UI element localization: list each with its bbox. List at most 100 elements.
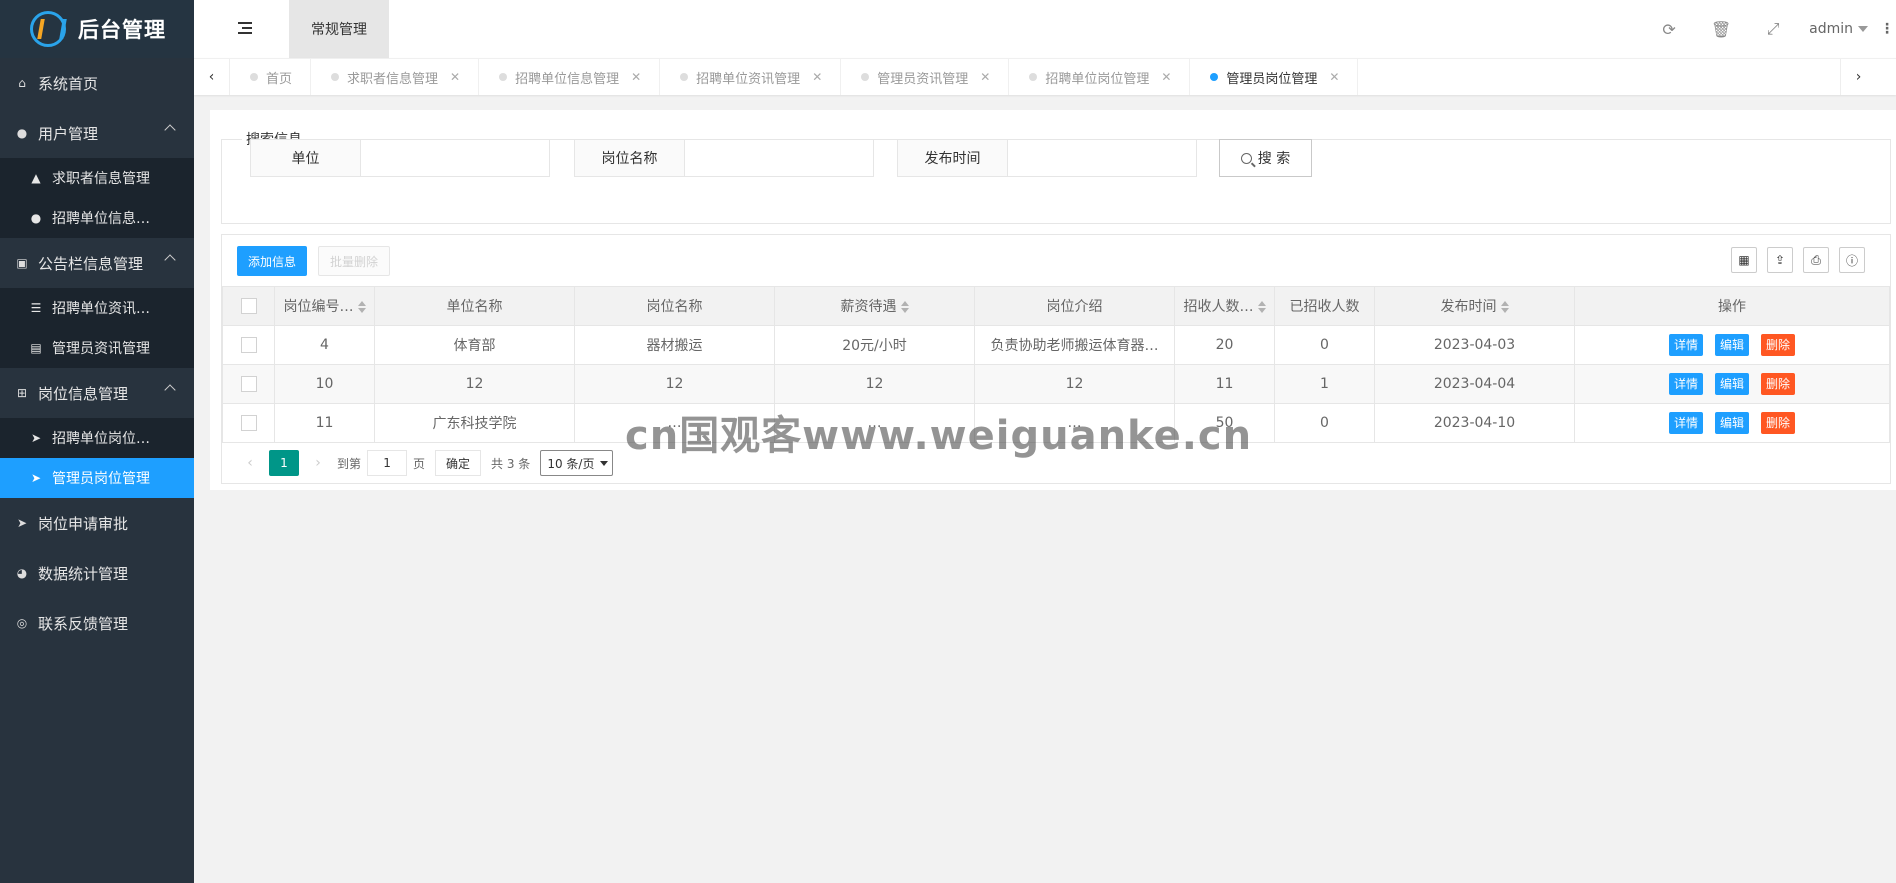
chevron-right-icon[interactable]: › — [305, 455, 331, 471]
tab-employer-news[interactable]: 招聘单位资讯管理 ✕ — [660, 59, 842, 95]
tab-admin-news[interactable]: 管理员资讯管理 ✕ — [841, 59, 1010, 95]
sidebar-item-feedback[interactable]: ◎ 联系反馈管理 — [0, 598, 194, 648]
table-cell: 12 — [374, 364, 575, 404]
sidebar-item-label: 数据统计管理 — [38, 564, 129, 583]
search-field-date: 发布时间 — [897, 139, 1197, 177]
sidebar-item-home[interactable]: ⌂ 系统首页 — [0, 58, 194, 108]
delete-button[interactable]: 删除 — [1761, 373, 1796, 395]
page-1-button[interactable]: 1 — [269, 450, 299, 476]
refresh-icon[interactable]: ⟳ — [1643, 20, 1695, 39]
sidebar-item-employer-news[interactable]: ☰ 招聘单位资讯… — [0, 288, 194, 328]
column-header[interactable]: 发布时间 — [1374, 286, 1575, 326]
sidebar-item-label: 用户管理 — [38, 124, 99, 143]
columns-icon[interactable]: ▦ — [1731, 247, 1757, 273]
chevron-right-icon[interactable]: › — [1840, 59, 1876, 95]
add-button[interactable]: 添加信息 — [237, 246, 308, 276]
sort-icon[interactable] — [1500, 301, 1509, 313]
sidebar-item-admin-jobs[interactable]: ➤ 管理员岗位管理 — [0, 458, 194, 498]
sidebar-item-label: 招聘单位岗位… — [52, 431, 150, 447]
sidebar-item-label: 招聘单位资讯… — [52, 301, 150, 317]
sidebar-item-label: 招聘单位信息… — [52, 211, 150, 227]
column-header[interactable]: 招收人数… — [1174, 286, 1275, 326]
print-icon[interactable]: ⎙ — [1803, 247, 1829, 273]
row-checkbox[interactable] — [240, 337, 257, 353]
graduation-cap-icon: ▲ — [31, 171, 41, 185]
tab-employers[interactable]: 招聘单位信息管理 ✕ — [479, 59, 661, 95]
id-card-icon: ▤ — [30, 341, 42, 355]
table-cell: 广东科技学院 — [374, 403, 575, 443]
table-header-row: 岗位编号… 单位名称 岗位名称 薪资待遇 岗位介绍 招收人数… 已招收人数 发布… — [222, 286, 1890, 326]
batch-delete-button[interactable]: 批量删除 — [318, 246, 391, 276]
sidebar-item-applications[interactable]: ➤ 岗位申请审批 — [0, 498, 194, 548]
close-icon[interactable]: ✕ — [631, 70, 641, 84]
goto-confirm-button[interactable]: 确定 — [435, 450, 482, 476]
fullscreen-icon[interactable]: ⤢ — [1747, 19, 1799, 39]
header-tab-general[interactable]: 常规管理 — [289, 0, 389, 58]
tab-home[interactable]: 首页 — [230, 59, 312, 95]
sort-icon[interactable] — [1257, 301, 1266, 313]
paper-plane-icon: ➤ — [16, 516, 28, 530]
sidebar-group-users[interactable]: ● 用户管理 — [0, 108, 194, 158]
detail-button[interactable]: 详情 — [1668, 334, 1703, 356]
close-icon[interactable]: ✕ — [1161, 70, 1171, 84]
detail-button[interactable]: 详情 — [1668, 412, 1703, 434]
sort-icon[interactable] — [900, 301, 909, 313]
unit-input[interactable] — [360, 139, 550, 177]
sidebar-item-employer-jobs[interactable]: ➤ 招聘单位岗位… — [0, 418, 194, 458]
table-toolbar: 添加信息 批量删除 ▦ ⇪ ⎙ ⓘ — [222, 235, 1890, 286]
goto-page-input[interactable]: 1 — [367, 450, 408, 476]
menu-toggle-icon[interactable] — [238, 22, 252, 37]
more-icon[interactable]: ⋮ — [1880, 21, 1894, 37]
tab-jobseekers[interactable]: 求职者信息管理 ✕ — [311, 59, 480, 95]
close-icon[interactable]: ✕ — [450, 70, 460, 84]
column-header[interactable]: 薪资待遇 — [774, 286, 975, 326]
sidebar-item-label: 岗位申请审批 — [38, 514, 129, 533]
sort-icon[interactable] — [357, 301, 366, 313]
edit-button[interactable]: 编辑 — [1714, 412, 1749, 434]
chevron-left-icon[interactable]: ‹ — [194, 59, 230, 95]
table-cell: 10 — [274, 364, 375, 404]
app-title: 后台管理 — [78, 18, 166, 42]
search-button[interactable]: 搜 索 — [1219, 139, 1312, 177]
search-label: 岗位名称 — [574, 139, 684, 177]
table-cell: 器材搬运 — [574, 325, 775, 365]
table-cell: 0 — [1274, 403, 1375, 443]
close-icon[interactable]: ✕ — [1329, 70, 1339, 84]
tab-admin-jobs[interactable]: 管理员岗位管理 ✕ — [1190, 59, 1359, 95]
sidebar-item-jobseekers[interactable]: ▲ 求职者信息管理 — [0, 158, 194, 198]
chevron-left-icon[interactable]: ‹ — [237, 455, 263, 471]
paper-plane-icon: ➤ — [30, 471, 42, 485]
row-checkbox[interactable] — [240, 376, 257, 392]
delete-button[interactable]: 删除 — [1761, 334, 1796, 356]
position-name-input[interactable] — [684, 139, 874, 177]
select-all-checkbox[interactable] — [240, 298, 257, 314]
edit-button[interactable]: 编辑 — [1714, 373, 1749, 395]
publish-date-input[interactable] — [1007, 139, 1197, 177]
user-menu[interactable]: admin — [1809, 21, 1868, 37]
table-cell: 12 — [774, 364, 975, 404]
detail-button[interactable]: 详情 — [1668, 373, 1703, 395]
sidebar-group-notices[interactable]: ▣ 公告栏信息管理 — [0, 238, 194, 288]
row-actions: 详情 编辑 删除 — [1574, 403, 1890, 443]
export-icon[interactable]: ⇪ — [1767, 247, 1793, 273]
sidebar-item-employers[interactable]: ● 招聘单位信息… — [0, 198, 194, 238]
info-icon[interactable]: ⓘ — [1839, 247, 1865, 273]
chevron-down-icon[interactable] — [1876, 59, 1896, 95]
column-header[interactable]: 岗位编号… — [274, 286, 375, 326]
close-icon[interactable]: ✕ — [980, 70, 990, 84]
table-cell: 体育部 — [374, 325, 575, 365]
page-size-select[interactable]: 10 条/页 — [540, 450, 614, 476]
search-button-label: 搜 索 — [1257, 151, 1291, 167]
delete-button[interactable]: 删除 — [1761, 412, 1796, 434]
column-header: 操作 — [1574, 286, 1890, 326]
sidebar-item-admin-news[interactable]: ▤ 管理员资讯管理 — [0, 328, 194, 368]
row-checkbox[interactable] — [240, 415, 257, 431]
sidebar-item-statistics[interactable]: ◕ 数据统计管理 — [0, 548, 194, 598]
logo-bar[interactable]: 后台管理 — [0, 0, 194, 58]
trash-icon[interactable]: 🗑 — [1695, 20, 1747, 39]
close-icon[interactable]: ✕ — [812, 70, 822, 84]
tab-employer-jobs[interactable]: 招聘单位岗位管理 ✕ — [1009, 59, 1191, 95]
sidebar-group-jobs[interactable]: ⊞ 岗位信息管理 — [0, 368, 194, 418]
total-count: 共 3 条 — [491, 456, 531, 471]
edit-button[interactable]: 编辑 — [1714, 334, 1749, 356]
